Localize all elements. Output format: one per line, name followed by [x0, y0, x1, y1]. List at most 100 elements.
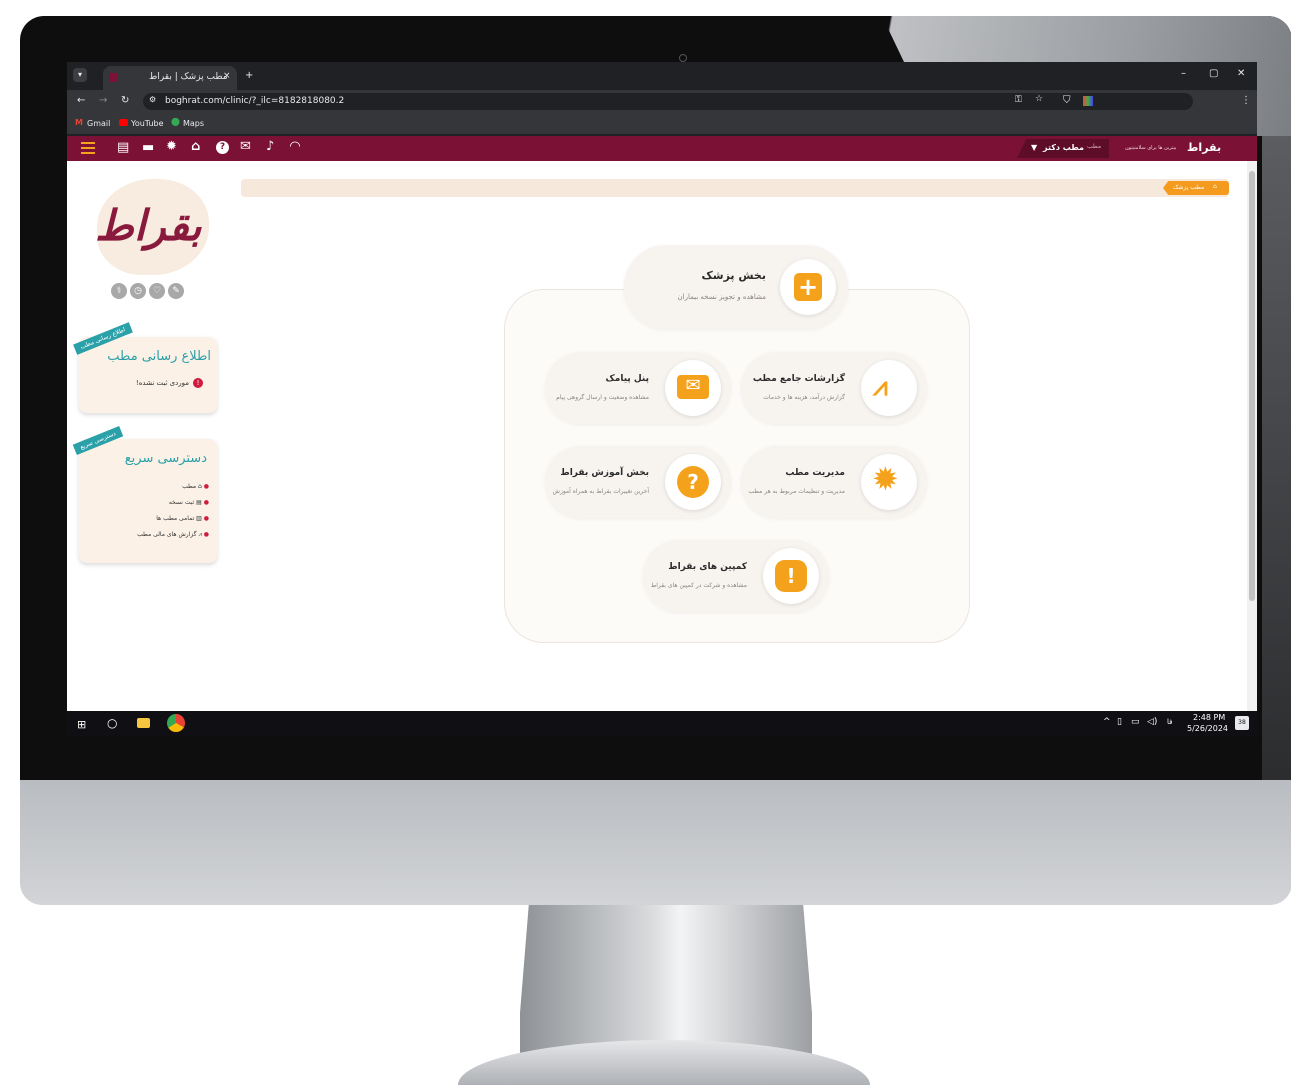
- back-icon[interactable]: ←: [77, 95, 85, 106]
- extension-shield-icon[interactable]: ⛉: [1063, 95, 1071, 106]
- brand-name: بقراط: [1187, 141, 1222, 154]
- quick-item[interactable]: ● ⩘ گزارش های مالی مطب: [85, 527, 209, 543]
- reports-title: گزارشات جامع مطب: [752, 374, 845, 384]
- alert-badge-icon: !: [775, 560, 807, 592]
- campaigns-icon-wrap: !: [763, 548, 819, 604]
- clinic-management-card[interactable]: مدیریت مطب مدیریت و تنظیمات مربوط به هر …: [741, 446, 927, 518]
- quick-title: دسترسی سریع: [124, 451, 207, 466]
- browser-menu-icon[interactable]: ⋮: [1241, 95, 1251, 106]
- reload-icon[interactable]: ↻: [121, 95, 129, 106]
- heart-icon[interactable]: ♡: [149, 283, 165, 299]
- notification-bell-icon[interactable]: ♪: [266, 139, 274, 154]
- taskbar: ⊞ ○ ^ ▯ ▭ ◁) فا 2:48 PM 5/26/2024 38: [67, 711, 1257, 736]
- quick-item-label: ثبت نسخه: [168, 499, 195, 506]
- education-subtitle: آخرین تغییرات بقراط به همراه آموزش: [552, 488, 649, 495]
- settings-icon[interactable]: ✹: [166, 139, 177, 154]
- education-title: بخش آموزش بقراط: [560, 468, 649, 478]
- language-indicator[interactable]: فا: [1167, 718, 1172, 726]
- clinic-dropdown[interactable]: ▼ مطب دکتر مطب: [1017, 139, 1109, 158]
- forward-icon[interactable]: →: [99, 95, 107, 106]
- chart-line-icon: ⩘: [873, 372, 888, 402]
- webcam: [679, 54, 687, 62]
- window-close-button[interactable]: ✕: [1237, 68, 1245, 79]
- app-header: ▤ ▬ ✹ ⌂ ? ✉ ♪ ◠ ▼ مطب دکتر مطب بیترین ها…: [67, 136, 1257, 161]
- window-restore-button[interactable]: ▢: [1209, 68, 1218, 79]
- url-text: boghrat.com/clinic/?_ilc=8182818080.2: [165, 96, 345, 106]
- tray-device-icon[interactable]: ▯: [1117, 717, 1122, 727]
- bookmark-maps[interactable]: Maps: [183, 119, 204, 128]
- scrollbar-thumb[interactable]: [1249, 171, 1255, 601]
- info-empty-text: موردی ثبت نشده!: [135, 379, 189, 387]
- quick-item-label: تمامی مطب ها: [156, 515, 195, 522]
- mail-icon[interactable]: ✉: [240, 139, 251, 154]
- clock-time[interactable]: 2:48 PM: [1193, 713, 1225, 722]
- campaigns-title: کمپین های بقراط: [668, 562, 747, 572]
- toolbar: ← → ↻ ⚙ boghrat.com/clinic/?_ilc=8182818…: [67, 90, 1257, 114]
- help-icon[interactable]: ?: [216, 141, 229, 154]
- doctor-section-icon-wrap: +: [780, 259, 836, 315]
- network-icon[interactable]: ▭: [1131, 717, 1140, 727]
- sms-icon-wrap: ✉: [665, 360, 721, 416]
- quick-item[interactable]: ● ▤ ثبت نسخه: [85, 495, 209, 511]
- site-info-icon[interactable]: ⚙: [149, 95, 156, 104]
- tab-close-icon[interactable]: ×: [223, 71, 231, 81]
- bookmark-star-icon[interactable]: ☆: [1035, 94, 1043, 104]
- file-explorer-icon[interactable]: [137, 718, 150, 728]
- monitor-stand: [520, 905, 812, 1055]
- stethoscope-icon[interactable]: ⚕: [111, 283, 127, 299]
- window-minimize-button[interactable]: –: [1181, 68, 1186, 79]
- clinic-management-subtitle: مدیریت و تنظیمات مربوط به هر مطب: [748, 488, 845, 495]
- reports-subtitle: گزارش درآمد، هزینه ها و خدمات: [763, 394, 845, 401]
- timer-icon[interactable]: ◷: [130, 283, 146, 299]
- home-icon[interactable]: ⌂: [191, 139, 200, 154]
- chrome-icon[interactable]: [167, 714, 185, 732]
- start-windows-icon[interactable]: ⊞: [77, 718, 86, 731]
- envelope-icon: ✉: [677, 375, 709, 399]
- notification-center-icon[interactable]: 38: [1235, 716, 1249, 730]
- building-icon: ▥: [196, 515, 202, 522]
- bookmark-youtube[interactable]: YouTube: [131, 119, 164, 128]
- chart-line-icon: ⩘: [198, 531, 202, 538]
- hamburger-menu-icon[interactable]: [81, 141, 95, 155]
- tray-chevron-icon[interactable]: ^: [1103, 717, 1111, 727]
- quick-list: ● ⌂ مطب ● ▤ ثبت نسخه ● ▥ تمامی مطب ها ● …: [85, 479, 209, 543]
- volume-icon[interactable]: ◁): [1147, 717, 1157, 727]
- tab-bar: ▾ مطب پزشک | بقراط × + – ▢ ✕: [67, 62, 1257, 90]
- alert-icon: !: [193, 378, 203, 388]
- clock-date[interactable]: 5/26/2024: [1187, 724, 1228, 733]
- wifi-icon[interactable]: ◠: [290, 139, 300, 154]
- quick-access-card: دسترسی سریع ● ⌂ مطب ● ▤ ثبت نسخه ● ▥ تما…: [79, 439, 217, 563]
- doctor-section-card[interactable]: بخش پزشک مشاهده و تجویز نسخه بیماران +: [624, 245, 848, 329]
- address-bar[interactable]: ⚙ boghrat.com/clinic/?_ilc=8182818080.2 …: [143, 93, 1193, 110]
- info-card: اطلاع رسانی مطب موردی ثبت نشده! !: [79, 337, 217, 413]
- quick-item-label: مطب: [182, 483, 197, 490]
- screen: ▾ مطب پزشک | بقراط × + – ▢ ✕ ← → ↻ ⚙ bog…: [67, 62, 1257, 736]
- tab-title: مطب پزشک | بقراط: [149, 72, 228, 82]
- extension-color-icon[interactable]: [1083, 96, 1093, 106]
- education-card[interactable]: بخش آموزش بقراط آخرین تغییرات بقراط به ه…: [545, 446, 731, 518]
- id-card-icon[interactable]: ▤: [117, 140, 129, 155]
- screen-glare-edge: [1262, 136, 1291, 780]
- password-key-icon[interactable]: ⚿: [1015, 95, 1022, 105]
- breadcrumb-label: مطب پزشک: [1173, 184, 1205, 191]
- breadcrumb[interactable]: مطب پزشک ⌂: [1163, 181, 1229, 195]
- search-icon[interactable]: ○: [107, 716, 117, 730]
- quick-item[interactable]: ● ⌂ مطب: [85, 479, 209, 495]
- page-scrollbar[interactable]: [1247, 161, 1257, 711]
- reports-card[interactable]: گزارشات جامع مطب گزارش درآمد، هزینه ها و…: [741, 352, 927, 424]
- sms-panel-card[interactable]: پنل پیامک مشاهده وضعیت و ارسال گروهی پیا…: [545, 352, 731, 424]
- gear-icon: ✹: [872, 460, 899, 498]
- brand-subtitle: بیترین ها برای سلامتیتون: [1125, 145, 1177, 151]
- quick-item[interactable]: ● ▥ تمامی مطب ها: [85, 511, 209, 527]
- new-tab-button[interactable]: +: [245, 70, 253, 81]
- youtube-icon: [119, 119, 128, 126]
- breadcrumb-home-icon: ⌂: [1213, 183, 1217, 190]
- page-content: مطب پزشک ⌂ بقراط ⚕ ◷ ♡ ✎ اطلاع رسانی مطب…: [67, 161, 1247, 711]
- syringe-icon[interactable]: ✎: [168, 283, 184, 299]
- campaigns-card[interactable]: کمپین های بقراط مشاهده و شرکت در کمپین ه…: [643, 540, 829, 612]
- logo-text: بقراط: [95, 201, 202, 250]
- tab-active[interactable]: مطب پزشک | بقراط ×: [103, 66, 237, 90]
- tab-search-button[interactable]: ▾: [73, 68, 87, 82]
- message-icon[interactable]: ▬: [142, 140, 154, 155]
- bookmark-gmail[interactable]: Gmail: [87, 119, 110, 128]
